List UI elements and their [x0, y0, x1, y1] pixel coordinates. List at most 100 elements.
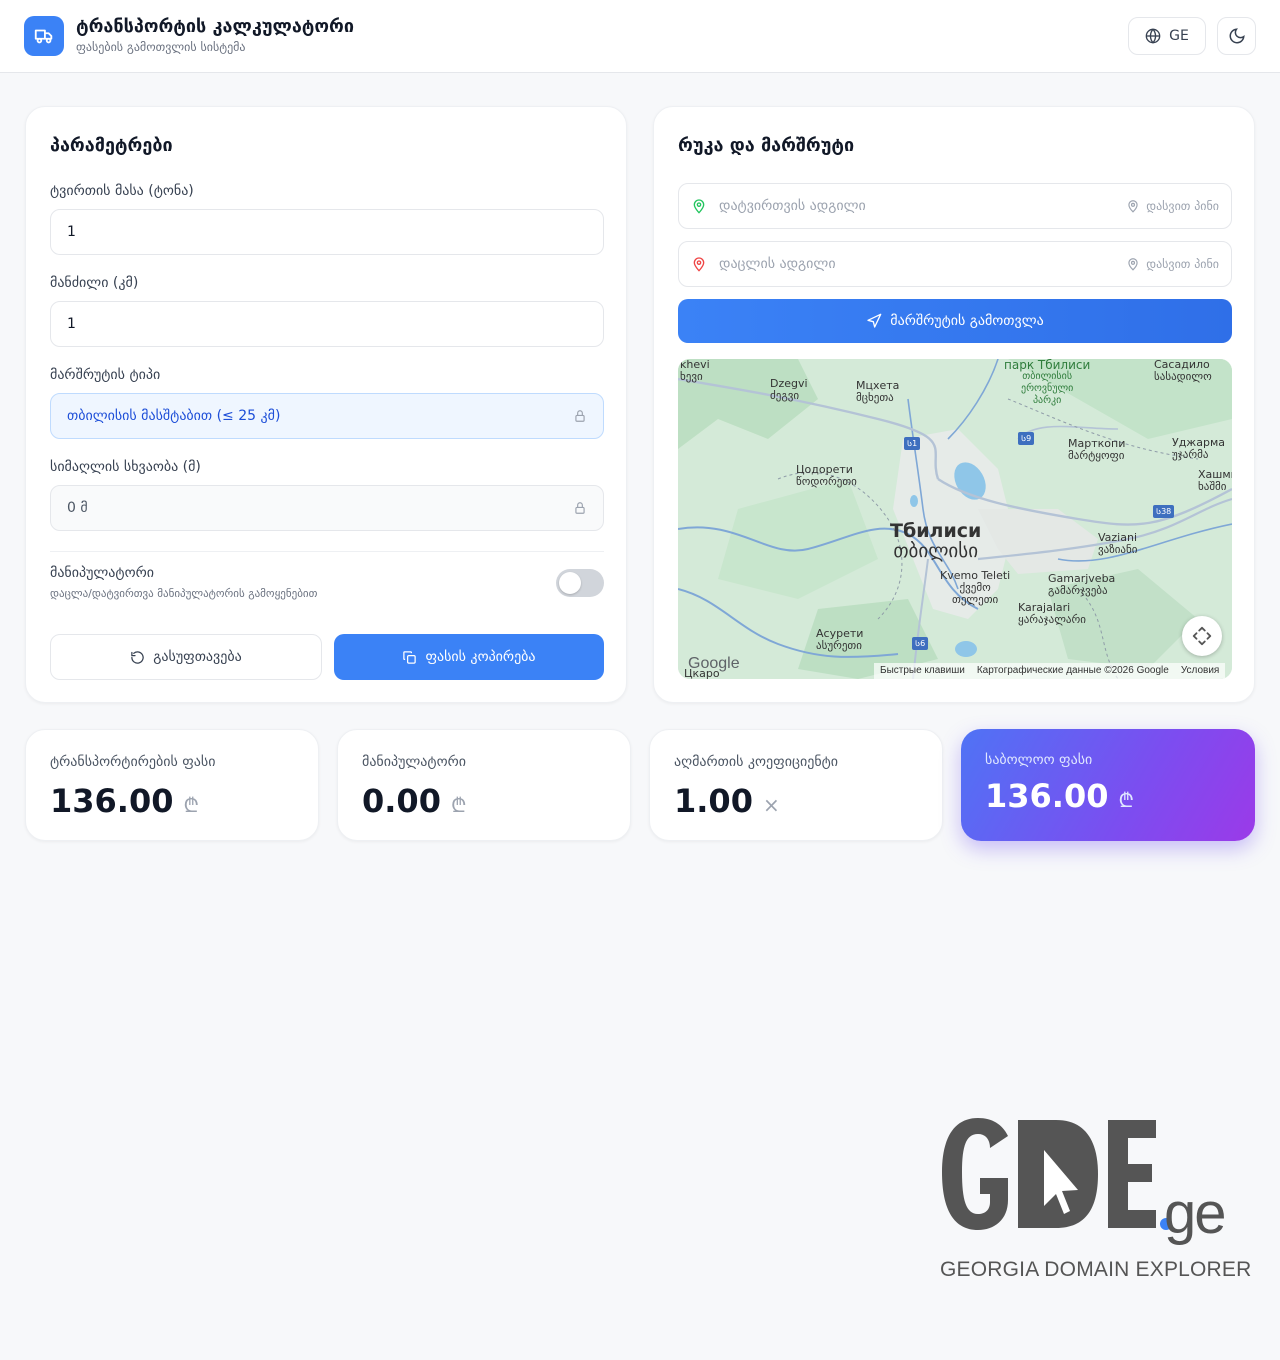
dropoff-pin-button[interactable]: დასვით პინი	[1126, 257, 1219, 271]
currency-unit: ₾	[1118, 788, 1134, 812]
pickup-pin-label: დასვით პინი	[1146, 199, 1219, 213]
map-label-khevi: khevi ხევი	[680, 359, 710, 383]
rotate-ccw-icon	[131, 650, 145, 664]
map-pin-red-icon	[693, 257, 705, 272]
currency-unit: ₾	[183, 793, 199, 817]
route-type-label: მარშრუტის ტიპი	[50, 367, 161, 383]
app-subtitle: ფასების გამოთვლის სისტემა	[76, 40, 246, 54]
toggle-knob	[559, 572, 581, 594]
map-data-text: Картографические данные ©2026 Google	[976, 665, 1169, 676]
stat-manipulator-price: მანიპულატორი 0.00 ₾	[337, 729, 631, 841]
map-label-gamarjveba: Gamarjveba გამარჯვება	[1048, 572, 1116, 597]
reset-button[interactable]: გასუფთავება	[50, 634, 322, 680]
dropoff-placeholder: დაცლის ადგილი	[719, 256, 836, 272]
road-shield: Ს9	[1018, 432, 1035, 445]
lock-icon	[575, 502, 585, 514]
map-route-card: რუკა და მარშრუტი დატვირთვის ადგილი დასვი…	[653, 106, 1255, 703]
map-label-asureti: Асурети ასურეთი	[816, 627, 864, 652]
currency-unit: ₾	[450, 793, 467, 817]
calculate-route-label: მარშრუტის გამოთვლა	[890, 313, 1044, 329]
map-label-vaziani: Vaziani ვაზიანი	[1098, 531, 1138, 556]
transport-value: 136.00	[50, 782, 174, 820]
terms-link[interactable]: Условия	[1181, 665, 1220, 677]
elevation-field: 0 მ	[50, 485, 604, 531]
map-label-dzegvi: Dzegvi ძეგვი	[770, 377, 808, 402]
copy-price-label: ფასის კოპირება	[425, 649, 536, 665]
map-label-park: парк Тбилиси თბილისის ეროვნული პარკი	[1004, 359, 1091, 406]
elevation-value: 0 მ	[67, 500, 88, 516]
language-label: GE	[1169, 28, 1189, 44]
keyboard-shortcuts-link[interactable]: Быстрые клавиши	[880, 665, 965, 677]
final-value: 136.00	[985, 777, 1109, 815]
road-shield: Ს6	[912, 637, 929, 650]
distance-input[interactable]: 1	[50, 301, 604, 347]
pickup-location-input[interactable]: დატვირთვის ადგილი დასვით პინი	[678, 183, 1232, 229]
truck-logo-icon	[24, 16, 64, 56]
stat-value: 136.00 ₾	[50, 782, 199, 820]
elevation-label: სიმაღლის სხვაობა (მ)	[50, 459, 201, 475]
moon-icon	[1229, 28, 1245, 44]
pickup-placeholder: დატვირთვის ადგილი	[719, 198, 866, 214]
map-label-mtskheta: Мцхета მცხეთა	[856, 379, 900, 404]
parameters-title: პარამეტრები	[50, 135, 173, 156]
map-label-kvemo-teleti: Kvemo Teleti ქვემო თელეთი	[940, 569, 1011, 606]
weight-label: ტვირთის მასა (ტონა)	[50, 183, 194, 199]
map-canvas	[678, 359, 1232, 679]
road-shield: Ს38	[1153, 505, 1175, 518]
manipulator-label: მანიპულატორი	[50, 565, 154, 581]
stat-value: 0.00 ₾	[362, 782, 466, 820]
distance-label: მანძილი (კმ)	[50, 275, 139, 291]
google-logo: Google	[688, 655, 740, 672]
map-label-khashmi: Хашмиხაშმი	[1198, 468, 1232, 493]
road-shield: Ს1	[904, 437, 921, 450]
dropoff-pin-label: დასვით პინი	[1146, 257, 1219, 271]
watermark-tagline: GEORGIA DOMAIN EXPLORER	[940, 1258, 1252, 1281]
pickup-pin-button[interactable]: დასვით პინი	[1126, 199, 1219, 213]
fullscreen-icon	[1192, 626, 1212, 646]
manipulator-description: დაცლა/დატვირთვა მანიპულატორის გამოყენები…	[50, 587, 318, 600]
copy-price-button[interactable]: ფასის კოპირება	[334, 634, 604, 680]
app-title: ტრანსპორტის კალკულატორი	[76, 16, 355, 37]
route-map[interactable]: khevi ხევი Dzegvi ძეგვი Мцхета მცხეთა парк …	[678, 359, 1232, 679]
manipulator-toggle[interactable]	[556, 569, 604, 597]
map-pin-icon	[1128, 258, 1138, 271]
distance-value: 1	[67, 316, 76, 332]
map-attribution-bar: Быстрые клавиши Картографические данные …	[874, 663, 1226, 679]
route-type-field: თბილისის მასშტაბით (≤ 25 კმ)	[50, 393, 604, 439]
map-label-martkopi: Марткопи მარტყოფი	[1068, 437, 1126, 462]
copy-icon	[403, 650, 417, 664]
map-pin-icon	[1128, 200, 1138, 213]
stat-label: საბოლოო ფასი	[985, 752, 1093, 768]
map-label-tbilisi: Тбилиси თბილისი	[890, 520, 982, 562]
map-pin-green-icon	[693, 199, 705, 214]
map-route-title: რუკა და მარშრუტი	[678, 135, 855, 156]
parameters-card: პარამეტრები ტვირთის მასა (ტონა) 1 მანძილ…	[25, 106, 627, 703]
language-button[interactable]: GE	[1128, 17, 1206, 55]
weight-value: 1	[67, 224, 76, 240]
lock-icon	[575, 410, 585, 422]
map-label-tsodoreti: Цодорети წოდორეთი	[796, 463, 857, 488]
watermark-tld: ge	[1164, 1181, 1226, 1246]
multiplier-unit: ×	[762, 793, 780, 817]
map-label-udzharma: Уджарма უჯარმა	[1172, 436, 1225, 461]
theme-toggle-button[interactable]	[1217, 17, 1256, 55]
map-fullscreen-button[interactable]	[1182, 616, 1222, 656]
stat-label: მანიპულატორი	[362, 754, 466, 770]
stat-slope-coefficient: აღმართის კოეფიციენტი 1.00 ×	[649, 729, 943, 841]
stat-value: 1.00 ×	[674, 782, 780, 820]
map-label-karajalari: Karajalari ყარაჯალარი	[1018, 601, 1086, 626]
navigation-icon	[867, 313, 882, 328]
route-type-value: თბილისის მასშტაბით (≤ 25 კმ)	[67, 408, 281, 424]
top-header: ტრანსპორტის კალკულატორი ფასების გამოთვლი…	[0, 0, 1280, 73]
weight-input[interactable]: 1	[50, 209, 604, 255]
stat-final-price: საბოლოო ფასი 136.00 ₾	[961, 729, 1255, 841]
stat-transport-price: ტრანსპორტირების ფასი 136.00 ₾	[25, 729, 319, 841]
divider	[50, 551, 604, 552]
dropoff-location-input[interactable]: დაცლის ადგილი დასვით პინი	[678, 241, 1232, 287]
coefficient-value: 1.00	[674, 782, 753, 820]
stat-label: ტრანსპორტირების ფასი	[50, 754, 216, 770]
reset-label: გასუფთავება	[153, 649, 242, 665]
globe-icon	[1145, 28, 1161, 44]
calculate-route-button[interactable]: მარშრუტის გამოთვლა	[678, 299, 1232, 343]
map-label-sasadilo: Сасадило სასადილო	[1154, 359, 1212, 383]
